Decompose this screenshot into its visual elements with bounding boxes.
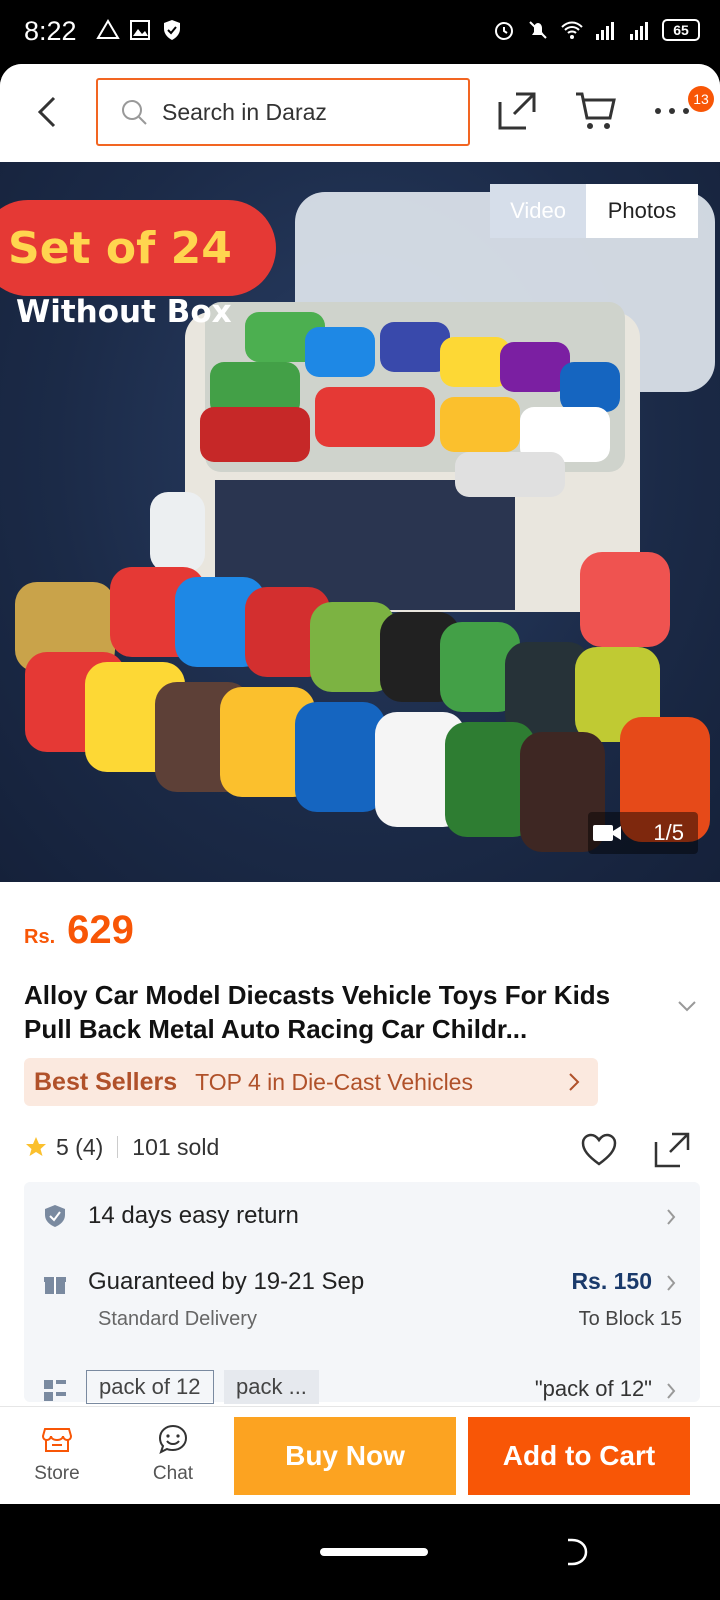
tab-video[interactable]: Video <box>490 184 586 238</box>
promo-subtitle: Without Box <box>16 294 232 330</box>
promo-title: Set of 24 <box>8 222 232 274</box>
delivery-text: Guaranteed by 19-21 Sep <box>88 1268 365 1295</box>
chevron-right-icon <box>667 1209 676 1225</box>
gift-icon <box>44 1277 66 1294</box>
product-info: Rs. 629 Alloy Car Model Diecasts Vehicle… <box>0 882 720 1404</box>
delivery-method: Standard Delivery <box>98 1308 257 1330</box>
delivery-location: To Block 15 <box>578 1308 682 1330</box>
drive-icon <box>96 19 120 39</box>
rotate-icon[interactable] <box>560 1536 592 1568</box>
cart-icon[interactable] <box>574 90 618 132</box>
variant-option[interactable]: pack ... <box>224 1370 319 1404</box>
selected-variant: "pack of 12" <box>534 1376 652 1401</box>
media-toggle: Video Photos <box>490 184 698 238</box>
store-label: Store <box>34 1463 80 1484</box>
top-header: Search in Daraz 13 <box>0 64 720 162</box>
divider <box>117 1136 119 1158</box>
buy-now-button[interactable]: Buy Now <box>234 1417 456 1495</box>
shield-check-icon <box>45 1205 65 1227</box>
promo-badge: Set of 24 <box>0 200 276 296</box>
chat-icon <box>158 1424 188 1454</box>
signal-icon <box>596 22 614 40</box>
video-camera-icon[interactable] <box>592 822 622 844</box>
search-icon <box>122 100 147 125</box>
status-time: 8:22 <box>24 16 77 46</box>
add-to-cart-button[interactable]: Add to Cart <box>468 1417 690 1495</box>
chevron-down-icon[interactable] <box>676 998 698 1014</box>
rating-value[interactable]: 5 (4) <box>56 1134 103 1161</box>
product-image-gallery[interactable]: Set of 24 Without Box Video Photos 1/5 <box>0 162 720 882</box>
return-text: 14 days easy return <box>88 1202 299 1229</box>
share-icon[interactable] <box>652 1130 692 1170</box>
store-button[interactable]: Store <box>22 1423 92 1493</box>
price-value: 629 <box>67 908 134 952</box>
home-gesture-bar[interactable] <box>320 1548 428 1556</box>
chevron-right-icon <box>667 1275 676 1291</box>
mute-icon <box>529 21 547 39</box>
tab-photos[interactable]: Photos <box>586 184 698 238</box>
search-placeholder: Search in Daraz <box>162 98 327 125</box>
variant-option-selected[interactable]: pack of 12 <box>86 1370 214 1404</box>
alarm-icon <box>495 22 513 40</box>
star-icon <box>26 1137 46 1156</box>
chevron-right-icon <box>569 1073 580 1091</box>
more-icon[interactable] <box>652 94 692 128</box>
product-title[interactable]: Alloy Car Model Diecasts Vehicle Toys Fo… <box>24 978 664 1046</box>
signal-icon <box>630 22 648 40</box>
store-icon <box>41 1428 73 1452</box>
bottom-action-bar: Store Chat Buy Now Add to Cart <box>0 1406 720 1504</box>
heart-icon[interactable] <box>580 1132 618 1168</box>
status-bar: 8:22 65 <box>0 0 720 64</box>
wifi-icon <box>561 21 583 39</box>
back-icon[interactable] <box>30 90 66 134</box>
search-input[interactable]: Search in Daraz <box>96 78 470 146</box>
variant-icon <box>44 1380 66 1401</box>
shield-icon <box>164 20 180 40</box>
best-sellers-logo: Best Sellers <box>34 1067 178 1096</box>
battery-indicator: 65 <box>662 19 700 41</box>
app-screen: Search in Daraz 13 Set of 24 Without Box… <box>0 64 720 1504</box>
chat-label: Chat <box>152 1463 194 1484</box>
system-nav-bar <box>0 1504 720 1600</box>
status-right-icons: 65 <box>492 18 700 42</box>
product-price: Rs. 629 <box>24 908 134 953</box>
share-icon[interactable] <box>496 90 538 132</box>
status-left-icons <box>96 18 184 42</box>
price-currency: Rs. <box>24 926 56 948</box>
return-row[interactable]: 14 days easy return <box>24 1186 700 1246</box>
cart-count-badge: 13 <box>688 86 714 112</box>
best-sellers-banner[interactable]: Best Sellers TOP 4 in Die-Cast Vehicles <box>24 1058 598 1106</box>
chevron-right-icon[interactable] <box>666 1382 676 1400</box>
service-panel: 14 days easy return Guaranteed by 19-21 … <box>24 1182 700 1404</box>
sold-count: 101 sold <box>132 1133 220 1160</box>
delivery-fee: Rs. 150 <box>571 1268 652 1294</box>
delivery-row[interactable]: Guaranteed by 19-21 Sep Standard Deliver… <box>24 1258 700 1348</box>
gallery-icon <box>130 20 150 40</box>
chat-button[interactable]: Chat <box>138 1423 208 1493</box>
best-sellers-text: TOP 4 in Die-Cast Vehicles <box>195 1068 473 1095</box>
